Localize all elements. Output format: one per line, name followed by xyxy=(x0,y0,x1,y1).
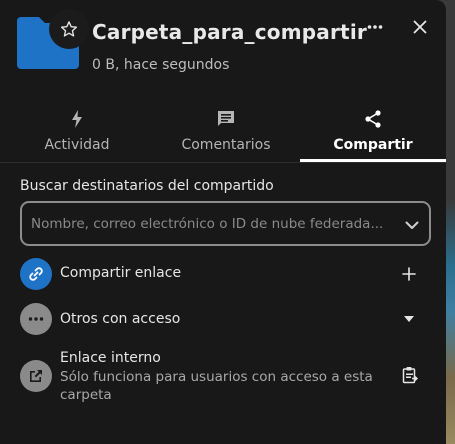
more-icon xyxy=(28,317,44,321)
add-share-link-button[interactable] xyxy=(397,262,421,286)
search-label: Buscar destinatarios del compartido xyxy=(20,178,274,194)
plus-icon xyxy=(402,267,416,281)
chevron-down-icon xyxy=(405,221,419,229)
page-title: Carpeta_para_compartir xyxy=(92,20,367,44)
tab-bar: Actividad Comentarios Compartir xyxy=(0,102,446,162)
share-link-row: Compartir enlace xyxy=(20,258,430,290)
close-button[interactable] xyxy=(405,12,435,42)
clipboard-icon xyxy=(402,367,418,384)
tab-activity[interactable]: Actividad xyxy=(14,102,140,162)
comment-icon xyxy=(218,111,234,126)
tab-share[interactable]: Compartir xyxy=(300,102,446,162)
link-icon xyxy=(29,267,43,281)
share-link-label: Compartir enlace xyxy=(60,265,182,281)
star-icon xyxy=(60,21,78,37)
external-link-icon xyxy=(30,370,42,382)
internal-link-label: Enlace interno xyxy=(60,350,161,366)
recipient-search xyxy=(20,201,431,246)
share-link-avatar xyxy=(20,258,52,290)
internal-link-description: Sólo funciona para usuarios con acceso a… xyxy=(60,369,373,403)
others-access-row[interactable]: Otros con acceso xyxy=(20,303,430,335)
others-access-label: Otros con acceso xyxy=(60,311,181,327)
sidebar-panel: Carpeta_para_compartir 0 B, hace segundo… xyxy=(0,0,446,444)
more-actions-button[interactable] xyxy=(360,12,390,42)
caret-down-icon xyxy=(404,316,414,322)
file-meta: 0 B, hace segundos xyxy=(92,57,230,73)
close-icon xyxy=(413,20,427,34)
tab-comments[interactable]: Comentarios xyxy=(156,102,296,162)
tab-label: Compartir xyxy=(333,137,413,153)
favorite-button[interactable] xyxy=(49,9,89,49)
share-icon xyxy=(365,110,381,128)
expand-others-button[interactable] xyxy=(397,307,421,331)
more-icon xyxy=(367,25,383,29)
others-access-avatar xyxy=(20,303,52,335)
recipient-search-input[interactable] xyxy=(31,213,391,235)
lightning-icon xyxy=(72,110,82,128)
internal-link-row: Enlace interno Sólo funciona para usuari… xyxy=(20,348,430,404)
copy-internal-link-button[interactable] xyxy=(398,363,422,387)
tab-label: Comentarios xyxy=(181,137,271,153)
search-dropdown-toggle[interactable] xyxy=(402,215,422,235)
internal-link-avatar xyxy=(20,360,52,392)
tabs-divider xyxy=(0,162,446,163)
tab-label: Actividad xyxy=(44,137,110,153)
